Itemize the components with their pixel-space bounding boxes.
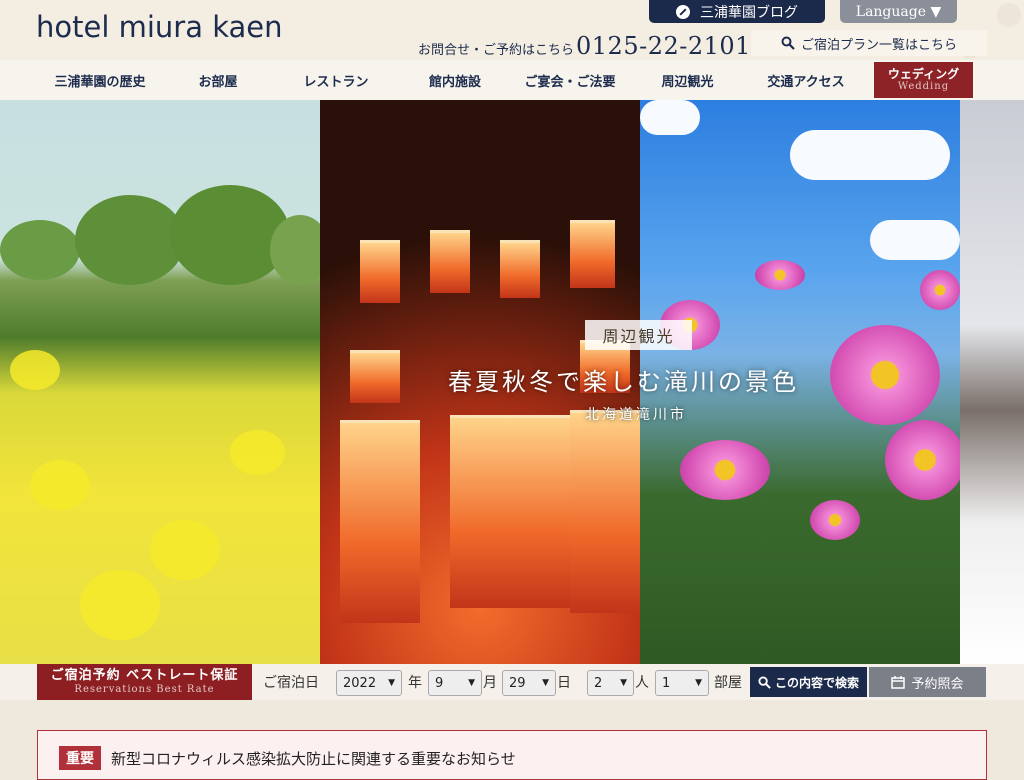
rooms-select[interactable]: 1 ▼ (655, 670, 709, 696)
chevron-down-icon: ▼ (695, 678, 702, 688)
hero-tag: 周辺観光 (585, 320, 692, 350)
chevron-down-icon: ▼ (620, 678, 627, 688)
reservation-inquiry-button[interactable]: 予約照会 (869, 667, 986, 697)
people-select[interactable]: 2 ▼ (587, 670, 634, 696)
wedding-label-en: Wedding (897, 81, 950, 93)
reservation-bar: ご宿泊予約 ベストレート保証 Reservations Best Rate ご宿… (0, 664, 1024, 700)
important-notice[interactable]: 重要 新型コロナウィルス感染拡大防止に関連する重要なお知らせ (37, 730, 987, 780)
language-button[interactable]: Language ▼ (840, 0, 957, 23)
month-value: 9 (435, 675, 444, 691)
blog-label: 三浦華園ブログ (700, 4, 798, 21)
contact-label: お問合せ・ご予約はこちら (418, 43, 575, 58)
notice-text[interactable]: 新型コロナウィルス感染拡大防止に関連する重要なお知らせ (111, 748, 516, 769)
search-icon (758, 675, 771, 689)
best-rate-label-en: Reservations Best Rate (74, 683, 215, 695)
hero-title: 春夏秋冬で楽しむ滝川の景色 (448, 368, 799, 396)
month-unit: 月 (483, 675, 497, 691)
main-nav: 三浦華園の歴史 お部屋 レストラン 館内施設 ご宴会・ご法要 周辺観光 交通アク… (0, 60, 1024, 100)
wedding-label-ja: ウェディング (887, 66, 960, 81)
nav-item-rooms[interactable]: お部屋 (178, 60, 258, 100)
hero-slider[interactable]: 周辺観光 春夏秋冬で楽しむ滝川の景色 北海道滝川市 (0, 100, 1024, 664)
nav-item-banquet[interactable]: ご宴会・ご法要 (515, 60, 625, 100)
blog-button[interactable]: 三浦華園ブログ (649, 0, 825, 23)
site-header: hotel miura kaen 三浦華園ブログ Language ▼ お問合せ… (0, 0, 1024, 60)
nav-item-access[interactable]: 交通アクセス (756, 60, 856, 100)
search-button[interactable]: この内容で検索 (750, 667, 867, 697)
chevron-down-icon: ▼ (388, 678, 395, 688)
inquiry-button-label: 予約照会 (911, 676, 964, 692)
important-badge: 重要 (59, 746, 101, 770)
best-rate-badge: ご宿泊予約 ベストレート保証 Reservations Best Rate (37, 664, 252, 700)
search-button-label: この内容で検索 (774, 675, 859, 690)
best-rate-label-ja: ご宿泊予約 ベストレート保証 (50, 668, 239, 684)
stay-plan-list-link[interactable]: ご宿泊プラン一覧はこちら (751, 30, 987, 56)
day-value: 29 (509, 675, 526, 691)
month-select[interactable]: 9 ▼ (428, 670, 482, 696)
site-logo[interactable]: hotel miura kaen (36, 10, 283, 44)
year-value: 2022 (343, 675, 377, 691)
hero-image-spring (0, 100, 320, 664)
rooms-value: 1 (662, 675, 671, 691)
hero-image-winter (960, 100, 1024, 664)
nav-item-history[interactable]: 三浦華園の歴史 (40, 60, 160, 100)
chevron-down-icon: ▼ (542, 678, 549, 688)
phone-number[interactable]: 0125-22-2101 (576, 32, 751, 60)
compass-icon (676, 4, 690, 19)
chevron-down-icon: ▼ (468, 678, 475, 688)
nav-item-facilities[interactable]: 館内施設 (410, 60, 500, 100)
hero-subtitle: 北海道滝川市 (585, 407, 687, 423)
people-unit: 人 (635, 675, 649, 691)
year-select[interactable]: 2022 ▼ (336, 670, 402, 696)
day-select[interactable]: 29 ▼ (502, 670, 556, 696)
nav-item-restaurant[interactable]: レストラン (286, 60, 386, 100)
day-unit: 日 (557, 675, 571, 691)
trees-illustration (0, 185, 320, 285)
calendar-icon (891, 675, 906, 689)
checkin-label: ご宿泊日 (263, 675, 319, 691)
rooms-unit: 部屋 (714, 675, 742, 691)
search-icon (781, 36, 795, 50)
people-value: 2 (594, 675, 603, 691)
contact-info: お問合せ・ご予約はこちら 0125-22-2101 (418, 32, 751, 60)
language-label: Language ▼ (855, 3, 942, 20)
nav-item-sightseeing[interactable]: 周辺観光 (645, 60, 730, 100)
nav-item-wedding[interactable]: ウェディング Wedding (874, 62, 973, 98)
plan-link-label: ご宿泊プラン一覧はこちら (800, 37, 957, 53)
year-unit: 年 (408, 675, 422, 691)
